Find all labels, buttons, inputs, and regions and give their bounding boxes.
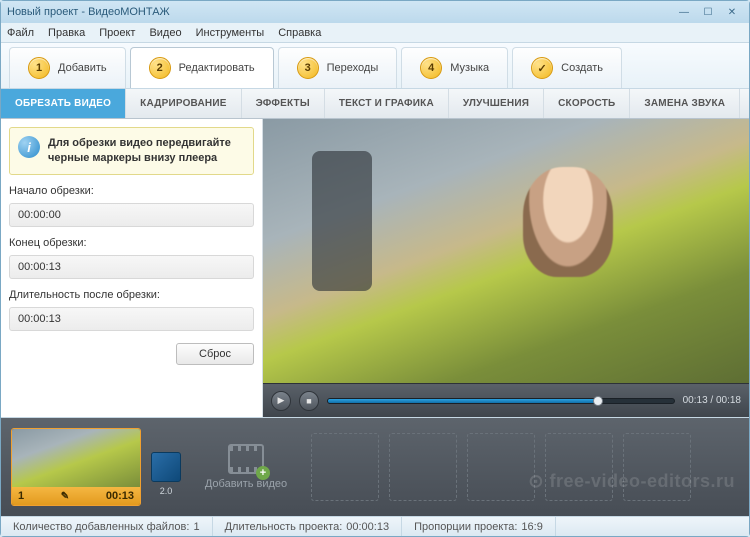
hint-box: i Для обрезки видео передвигайте черные …: [9, 127, 254, 175]
clip-thumbnail: [12, 429, 140, 487]
status-duration: Длительность проекта: 00:00:13: [213, 517, 403, 536]
menu-edit[interactable]: Правка: [48, 27, 85, 39]
subtab-crop[interactable]: КАДРИРОВАНИЕ: [126, 89, 241, 118]
preview-area: ▶ ■ 00:13 / 00:18: [263, 119, 749, 417]
subtab-audio[interactable]: ЗАМЕНА ЗВУКА: [630, 89, 740, 118]
empty-slot[interactable]: [545, 433, 613, 501]
reset-button[interactable]: Сброс: [176, 343, 254, 365]
step-number-icon: 4: [420, 57, 442, 79]
step-check-icon: [531, 57, 553, 79]
menu-video[interactable]: Видео: [149, 27, 181, 39]
subtab-effects[interactable]: ЭФФЕКТЫ: [242, 89, 325, 118]
duration-value: 00:00:13: [9, 307, 254, 331]
progress-fill: [328, 399, 598, 403]
start-value[interactable]: 00:00:00: [9, 203, 254, 227]
menu-help[interactable]: Справка: [278, 27, 321, 39]
transition-tile[interactable]: [151, 452, 181, 482]
progress-thumb[interactable]: [593, 396, 603, 406]
trim-panel: i Для обрезки видео передвигайте черные …: [1, 119, 263, 417]
step-add[interactable]: 1Добавить: [9, 47, 126, 88]
menu-file[interactable]: Файл: [7, 27, 34, 39]
timecode: 00:13 / 00:18: [683, 395, 741, 406]
pencil-icon[interactable]: ✎: [61, 491, 69, 502]
menu-tools[interactable]: Инструменты: [196, 27, 265, 39]
step-music[interactable]: 4Музыка: [401, 47, 508, 88]
start-label: Начало обрезки:: [9, 185, 254, 197]
subtab-enhance[interactable]: УЛУЧШЕНИЯ: [449, 89, 544, 118]
clip-bar: 1 ✎ 00:13: [12, 487, 140, 505]
step-number-icon: 2: [149, 57, 171, 79]
preview-frame: [263, 119, 749, 383]
transition-duration: 2.0: [151, 486, 181, 496]
empty-slot[interactable]: [311, 433, 379, 501]
menu-project[interactable]: Проект: [99, 27, 135, 39]
progress-slider[interactable]: [327, 398, 675, 404]
subtabs: ОБРЕЗАТЬ ВИДЕО КАДРИРОВАНИЕ ЭФФЕКТЫ ТЕКС…: [1, 89, 749, 119]
duration-label: Длительность после обрезки:: [9, 289, 254, 301]
timeline: 1 ✎ 00:13 2.0 + Добавить видео: [1, 418, 749, 516]
empty-slot[interactable]: [389, 433, 457, 501]
step-number-icon: 1: [28, 57, 50, 79]
menubar: Файл Правка Проект Видео Инструменты Спр…: [1, 23, 749, 43]
step-create[interactable]: Создать: [512, 47, 622, 88]
empty-slot[interactable]: [623, 433, 691, 501]
plus-icon: +: [256, 466, 270, 480]
hint-text: Для обрезки видео передвигайте черные ма…: [48, 136, 245, 166]
end-label: Конец обрезки:: [9, 237, 254, 249]
stop-button[interactable]: ■: [299, 391, 319, 411]
maximize-button[interactable]: ☐: [697, 5, 719, 19]
step-transitions[interactable]: 3Переходы: [278, 47, 398, 88]
clip-duration: 00:13: [106, 490, 134, 502]
content-area: i Для обрезки видео передвигайте черные …: [1, 119, 749, 418]
window-title: Новый проект - ВидеоМОНТАЖ: [7, 6, 170, 18]
close-button[interactable]: ✕: [721, 5, 743, 19]
play-button[interactable]: ▶: [271, 391, 291, 411]
timeline-clip[interactable]: 1 ✎ 00:13: [11, 428, 141, 506]
film-icon: +: [228, 444, 264, 474]
add-video-button[interactable]: + Добавить видео: [191, 428, 301, 506]
status-ratio: Пропорции проекта: 16:9: [402, 517, 556, 536]
end-value[interactable]: 00:00:13: [9, 255, 254, 279]
step-edit[interactable]: 2Редактировать: [130, 47, 274, 88]
titlebar: Новый проект - ВидеоМОНТАЖ — ☐ ✕: [1, 1, 749, 23]
subtab-speed[interactable]: СКОРОСТЬ: [544, 89, 630, 118]
steps-bar: 1Добавить 2Редактировать 3Переходы 4Музы…: [1, 43, 749, 89]
subtab-text[interactable]: ТЕКСТ И ГРАФИКА: [325, 89, 449, 118]
add-video-label: Добавить видео: [205, 478, 287, 490]
video-preview[interactable]: [263, 119, 749, 383]
statusbar: Количество добавленных файлов: 1 Длитель…: [1, 516, 749, 536]
subtab-trim[interactable]: ОБРЕЗАТЬ ВИДЕО: [1, 89, 126, 118]
info-icon: i: [18, 136, 40, 158]
step-number-icon: 3: [297, 57, 319, 79]
minimize-button[interactable]: —: [673, 5, 695, 19]
player-controls: ▶ ■ 00:13 / 00:18: [263, 383, 749, 417]
empty-slot[interactable]: [467, 433, 535, 501]
status-files: Количество добавленных файлов: 1: [1, 517, 213, 536]
clip-index: 1: [18, 490, 24, 502]
